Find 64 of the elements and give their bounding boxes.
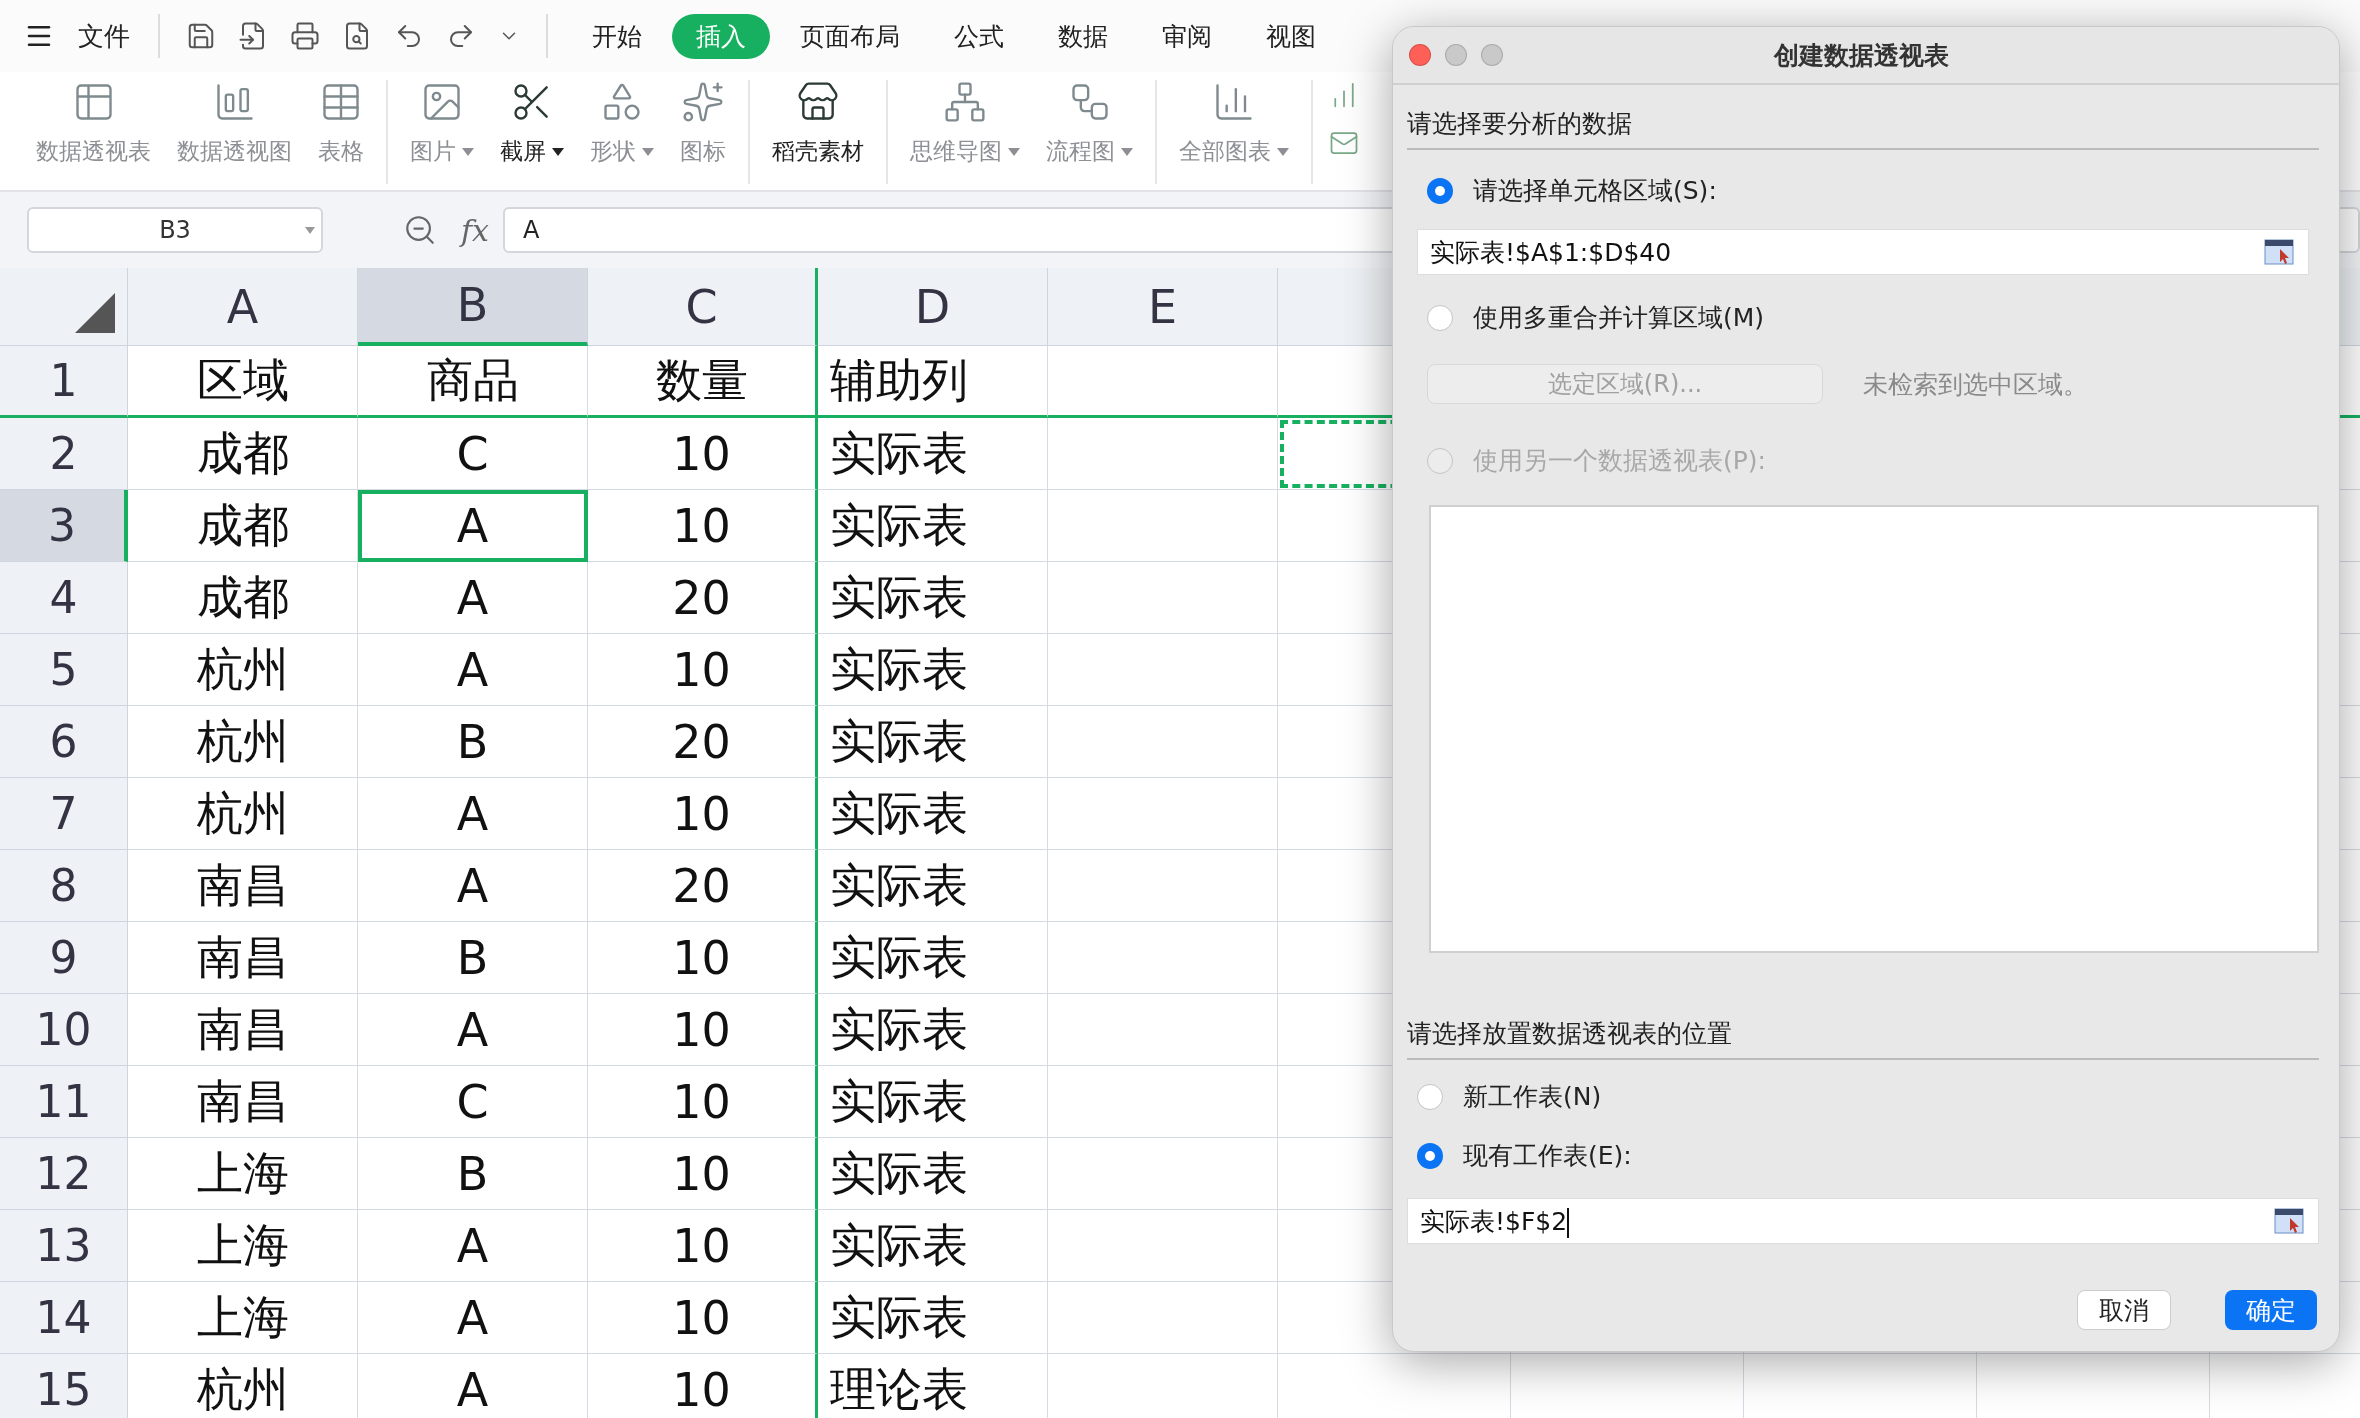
table-cell: A	[358, 850, 588, 922]
table-cell: 成都	[128, 562, 358, 634]
table-cell: 实际表	[818, 634, 1048, 706]
table-cell: 实际表	[818, 490, 1048, 562]
table-cell: B	[358, 922, 588, 994]
dialog-title: 创建数据透视表	[1772, 39, 1950, 72]
table-cell: 10	[588, 1066, 818, 1138]
table-cell: 上海	[128, 1138, 358, 1210]
table-cell: A	[358, 634, 588, 706]
table-cell: 实际表	[818, 706, 1048, 778]
table-cell: 上海	[128, 1282, 358, 1354]
section-heading: 请选择放置数据透视表的位置	[1407, 1011, 2319, 1060]
table-cell: 10	[588, 490, 818, 562]
table-cell: 南昌	[128, 994, 358, 1066]
table-cell: 成都	[128, 418, 358, 490]
table-cell: 杭州	[128, 706, 358, 778]
table-cell: 辅助列	[818, 346, 1048, 418]
table-cell: 实际表	[818, 1138, 1048, 1210]
table-cell: 杭州	[128, 778, 358, 850]
table-cell: 实际表	[818, 1210, 1048, 1282]
table-cell: 理论表	[818, 1354, 1048, 1418]
table-cell: A	[358, 490, 588, 562]
table-cell: 实际表	[818, 850, 1048, 922]
table-cell: 数量	[588, 346, 818, 418]
table-cell: 上海	[128, 1210, 358, 1282]
table-cell: 10	[588, 1210, 818, 1282]
table-cell: 南昌	[128, 1066, 358, 1138]
table-cell: C	[358, 1066, 588, 1138]
table-cell: B	[358, 706, 588, 778]
table-cell: 实际表	[818, 994, 1048, 1066]
table-cell: 实际表	[818, 1282, 1048, 1354]
table-cell: A	[358, 1354, 588, 1418]
status-note: 未检索到选中区域。	[1863, 368, 2088, 401]
table-cell: 20	[588, 850, 818, 922]
table-cell: A	[358, 562, 588, 634]
table-cell: 杭州	[128, 1354, 358, 1418]
table-cell: 实际表	[818, 418, 1048, 490]
table-cell: 10	[588, 922, 818, 994]
table-cell: 10	[588, 994, 818, 1066]
table-cell: 20	[588, 562, 818, 634]
table-cell: A	[358, 1210, 588, 1282]
table-cell: 实际表	[818, 778, 1048, 850]
table-cell: 商品	[358, 346, 588, 418]
table-cell: 区域	[128, 346, 358, 418]
section-heading: 请选择要分析的数据	[1407, 101, 2319, 150]
table-cell: B	[358, 1138, 588, 1210]
table-cell: 实际表	[818, 562, 1048, 634]
table-cell: A	[358, 994, 588, 1066]
table-cell: A	[358, 1282, 588, 1354]
table-cell: 成都	[128, 490, 358, 562]
table-cell: C	[358, 418, 588, 490]
table-cell: 10	[588, 1138, 818, 1210]
table-cell: 20	[588, 706, 818, 778]
table-cell: 杭州	[128, 634, 358, 706]
table-cell: 10	[588, 1282, 818, 1354]
table-cell: 南昌	[128, 850, 358, 922]
table-cell: A	[358, 778, 588, 850]
table-cell: 10	[588, 634, 818, 706]
table-cell: 10	[588, 418, 818, 490]
table-cell: 10	[588, 778, 818, 850]
table-cell: 10	[588, 1354, 818, 1418]
table-cell: 实际表	[818, 1066, 1048, 1138]
table-cell: 实际表	[818, 922, 1048, 994]
table-cell: 南昌	[128, 922, 358, 994]
